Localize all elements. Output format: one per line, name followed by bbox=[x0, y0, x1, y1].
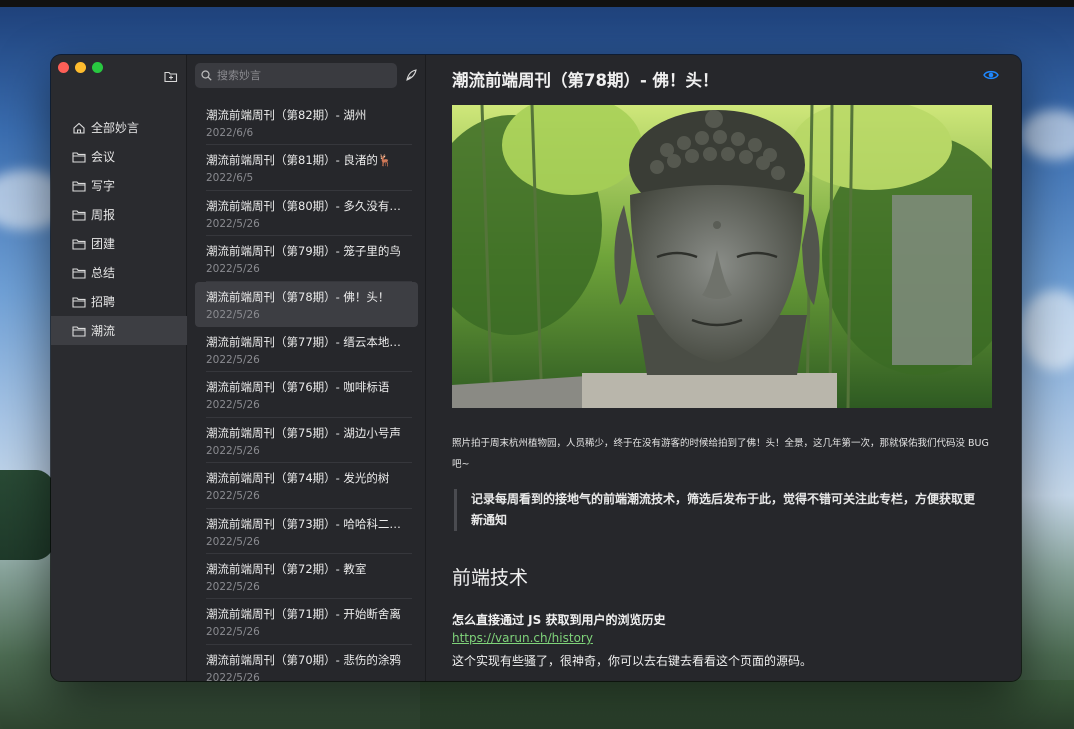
photo-caption: 照片拍于周末杭州植物园，人员稀少，终于在没有游客的时候给拍到了佛！头！全景，这几… bbox=[452, 438, 989, 470]
zoom-window-button[interactable] bbox=[92, 62, 103, 73]
entry-text: 这个实现有些骚了，很神奇，你可以去右键去看看这个页面的源码。 bbox=[452, 654, 813, 668]
note-date: 2022/5/26 bbox=[206, 626, 260, 639]
note-list-panel: 潮流前端周刊（第82期）- 湖州 2022/6/6 潮流前端周刊（第81期）- 良渚… bbox=[187, 55, 426, 681]
background-cloud bbox=[1020, 110, 1074, 160]
note-list-item[interactable]: 潮流前端周刊（第80期）- 多久没有… 2022/5/26 bbox=[195, 191, 418, 237]
note-date: 2022/5/26 bbox=[206, 535, 260, 548]
note-title: 潮流前端周刊（第73期）- 哈哈科二… bbox=[206, 516, 401, 531]
sidebar-folder-item[interactable]: 团建 bbox=[51, 229, 187, 258]
folder-label: 会议 bbox=[91, 150, 116, 164]
note-list-item[interactable]: 潮流前端周刊（第71期）- 开始断舍离 2022/5/26 bbox=[195, 599, 418, 646]
note-list-item[interactable]: 潮流前端周刊（第77期）- 缙云本地… 2022/5/26 bbox=[195, 327, 418, 373]
folder-label: 招聘 bbox=[91, 295, 116, 309]
notes-list: 潮流前端周刊（第82期）- 湖州 2022/6/6 潮流前端周刊（第81期）- 良渚… bbox=[195, 100, 418, 681]
search-box[interactable] bbox=[195, 63, 397, 88]
note-date: 2022/5/26 bbox=[206, 217, 260, 230]
folder-icon bbox=[72, 325, 86, 337]
background-town bbox=[420, 680, 1074, 729]
note-title: 潮流前端周刊（第75期）- 湖边小号声 bbox=[206, 425, 401, 440]
folder-icon bbox=[72, 180, 86, 192]
note-title: 潮流前端周刊（第81期）- 良渚的🦌 bbox=[206, 153, 393, 168]
sidebar-folder-item[interactable]: 总结 bbox=[51, 258, 187, 287]
folder-list: 全部妙言会议写字周报团建总结招聘潮流 bbox=[51, 113, 187, 345]
note-content: 潮流前端周刊（第78期）- 佛！头！ 照片拍于周末杭州植物园，人员稀少，终于在没… bbox=[426, 55, 1021, 681]
note-title: 潮流前端周刊（第74期）- 发光的树 bbox=[206, 471, 390, 486]
note-date: 2022/5/26 bbox=[206, 353, 260, 366]
note-list-item[interactable]: 潮流前端周刊（第82期）- 湖州 2022/6/6 bbox=[195, 100, 418, 146]
note-title: 潮流前端周刊（第72期）- 教室 bbox=[206, 561, 367, 576]
note-date: 2022/6/6 bbox=[206, 127, 254, 139]
note-date: 2022/5/26 bbox=[206, 671, 260, 681]
sidebar-folder-item[interactable]: 周报 bbox=[51, 200, 187, 229]
close-window-button[interactable] bbox=[58, 62, 69, 73]
note-date: 2022/5/26 bbox=[206, 580, 260, 593]
folder-label: 潮流 bbox=[91, 324, 116, 338]
folder-icon bbox=[72, 209, 86, 221]
compose-note-icon[interactable] bbox=[404, 68, 418, 82]
preview-eye-icon[interactable] bbox=[983, 69, 999, 81]
note-title: 潮流前端周刊（第78期）- 佛！头！ bbox=[206, 289, 390, 304]
sidebar-folder-item[interactable]: 写字 bbox=[51, 171, 187, 200]
note-title: 潮流前端周刊（第76期）- 咖啡标语 bbox=[206, 380, 390, 395]
note-date: 2022/6/5 bbox=[206, 172, 254, 185]
note-title: 潮流前端周刊（第80期）- 多久没有… bbox=[206, 198, 401, 213]
note-title: 潮流前端周刊（第71期）- 开始断舍离 bbox=[206, 607, 401, 622]
search-icon bbox=[201, 70, 212, 81]
folder-label: 总结 bbox=[91, 266, 116, 280]
folder-label: 团建 bbox=[91, 237, 116, 251]
note-date: 2022/5/26 bbox=[206, 490, 260, 503]
home-icon bbox=[73, 122, 85, 134]
buddha-head-photo bbox=[452, 105, 992, 408]
note-date: 2022/5/26 bbox=[206, 308, 260, 321]
entry-link[interactable]: https://varun.ch/history bbox=[452, 631, 593, 645]
note-list-item[interactable]: 潮流前端周刊（第75期）- 湖边小号声 2022/5/26 bbox=[195, 418, 418, 464]
folder-icon bbox=[72, 267, 86, 279]
note-date: 2022/5/26 bbox=[206, 263, 260, 276]
note-title: 潮流前端周刊（第77期）- 缙云本地… bbox=[206, 334, 401, 349]
note-list-item[interactable]: 潮流前端周刊（第78期）- 佛！头！ 2022/5/26 bbox=[195, 281, 418, 327]
note-list-item[interactable]: 潮流前端周刊（第70期）- 悲伤的涂鸦 2022/5/26 bbox=[195, 645, 418, 681]
minimize-window-button[interactable] bbox=[75, 62, 86, 73]
folder-label: 全部妙言 bbox=[91, 121, 140, 135]
note-list-item[interactable]: 潮流前端周刊（第73期）- 哈哈科二… 2022/5/26 bbox=[195, 509, 418, 555]
note-list-item[interactable]: 潮流前端周刊（第76期）- 咖啡标语 2022/5/26 bbox=[195, 372, 418, 419]
app-window: 全部妙言会议写字周报团建总结招聘潮流 潮流前端周刊（第82期）- 湖州 2022/… bbox=[51, 55, 1021, 681]
sidebar-folder-item[interactable]: 招聘 bbox=[51, 287, 187, 316]
new-folder-icon[interactable] bbox=[164, 70, 178, 83]
blockquote: 记录每周看到的接地气的前端潮流技术，筛选后发布于此，觉得不错可关注此专栏，方便获… bbox=[454, 489, 984, 531]
entry-title: 怎么直接通过 JS 获取到用户的浏览历史 bbox=[452, 613, 666, 627]
sidebar-folder-item[interactable]: 会议 bbox=[51, 142, 187, 171]
note-list-item[interactable]: 潮流前端周刊（第79期）- 笼子里的鸟 2022/5/26 bbox=[195, 236, 418, 282]
folder-icon bbox=[72, 151, 86, 163]
note-title: 潮流前端周刊（第79期）- 笼子里的鸟 bbox=[206, 244, 401, 259]
search-input[interactable] bbox=[217, 69, 387, 82]
window-controls bbox=[58, 62, 103, 73]
sidebar-folder-item[interactable]: 全部妙言 bbox=[51, 113, 187, 142]
note-list-item[interactable]: 潮流前端周刊（第81期）- 良渚的🦌 2022/6/5 bbox=[195, 145, 418, 192]
article-title: 潮流前端周刊（第78期）- 佛！头！ bbox=[452, 71, 719, 90]
folder-icon bbox=[72, 238, 86, 250]
note-list-item[interactable]: 潮流前端周刊（第72期）- 教室 2022/5/26 bbox=[195, 554, 418, 600]
note-list-item[interactable]: 潮流前端周刊（第74期）- 发光的树 2022/5/26 bbox=[195, 463, 418, 509]
folder-sidebar: 全部妙言会议写字周报团建总结招聘潮流 bbox=[51, 55, 187, 681]
top-menubar-strip bbox=[0, 0, 1074, 7]
folder-label: 写字 bbox=[91, 179, 116, 193]
folder-label: 周报 bbox=[91, 208, 116, 222]
background-cloud bbox=[1020, 290, 1074, 370]
note-title: 潮流前端周刊（第82期）- 湖州 bbox=[206, 108, 367, 122]
folder-icon bbox=[72, 296, 86, 308]
note-date: 2022/5/26 bbox=[206, 444, 260, 457]
sidebar-folder-item[interactable]: 潮流 bbox=[51, 316, 187, 345]
note-title: 潮流前端周刊（第70期）- 悲伤的涂鸦 bbox=[206, 652, 401, 667]
section-heading: 前端技术 bbox=[452, 567, 529, 589]
note-date: 2022/5/26 bbox=[206, 399, 260, 412]
